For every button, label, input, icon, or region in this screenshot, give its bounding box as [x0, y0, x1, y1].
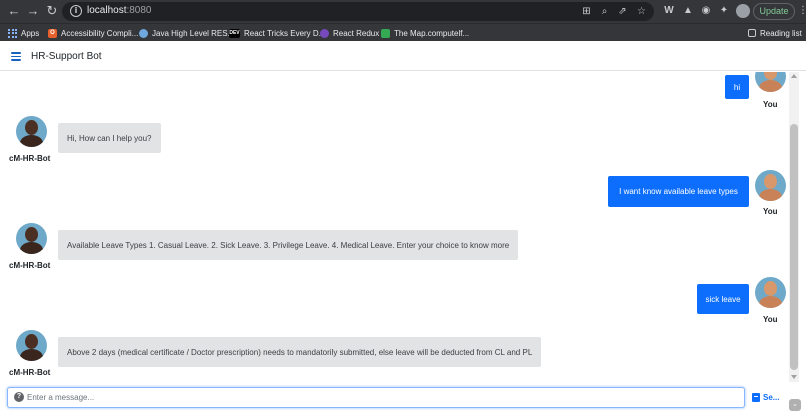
user-name-label: You: [763, 315, 778, 324]
bot-name-label: cM-HR-Bot: [9, 261, 51, 270]
bookmark-java-rest[interactable]: Java High Level RES...: [139, 26, 234, 40]
app-header: HR-Support Bot: [0, 42, 806, 71]
back-arrow-icon[interactable]: ←: [6, 3, 22, 19]
scroll-down-arrow-icon[interactable]: [791, 375, 797, 379]
hamburger-menu-icon[interactable]: [11, 52, 21, 61]
user-avatar: [755, 170, 786, 201]
map-favicon: [381, 28, 390, 38]
bot-message-bubble: Above 2 days (medical certificate / Doct…: [58, 337, 542, 367]
update-button[interactable]: Update: [753, 3, 795, 20]
bot-name-label: cM-HR-Bot: [9, 154, 51, 163]
bookmarks-bar: Apps O Accessibility Compli... Java High…: [0, 23, 806, 41]
bot-message-bubble: Hi, How can I help you?: [58, 123, 161, 153]
user-avatar: [755, 72, 786, 92]
install-app-icon[interactable]: ⊞: [580, 5, 593, 18]
message-input[interactable]: [27, 390, 727, 405]
browser-toolbar: ← → ↻ i localhost:8080 ⊞ ⌕ ⇗ ☆ W ▲ ◉ ✦ U…: [0, 0, 806, 23]
extension-thumb-icon[interactable]: ▲: [681, 4, 695, 18]
reload-icon[interactable]: ↻: [44, 3, 60, 19]
bot-avatar: [16, 223, 47, 254]
user-message-bubble: hi: [725, 75, 749, 99]
bookmark-react-redux[interactable]: React Redux: [320, 26, 379, 40]
bot-avatar: [16, 116, 47, 147]
user-message-bubble: sick leave: [697, 284, 749, 314]
chat-transcript[interactable]: hi You cM-HR-Bot Hi, How can I help you?…: [0, 72, 790, 382]
bot-avatar: [16, 330, 47, 361]
user-name-label: You: [763, 207, 778, 216]
user-name-label: You: [763, 100, 778, 109]
scroll-up-arrow-icon[interactable]: [791, 74, 797, 78]
reading-list-icon: [748, 29, 756, 37]
globe-favicon: [139, 28, 148, 38]
bookmark-apps[interactable]: Apps: [8, 26, 39, 40]
bookmark-accessibility[interactable]: O Accessibility Compli...: [48, 26, 138, 40]
bookmark-react-tricks[interactable]: DEV React Tricks Every D...: [229, 26, 325, 40]
bookmark-the-map[interactable]: The Map.computelf...: [381, 26, 469, 40]
app-title: HR-Support Bot: [31, 51, 102, 62]
send-button[interactable]: Se...: [752, 387, 792, 408]
user-message-bubble: I want know available leave types: [608, 176, 749, 207]
address-bar[interactable]: i localhost:8080 ⊞ ⌕ ⇗ ☆: [62, 2, 654, 21]
apps-grid-icon: [8, 28, 17, 38]
profile-avatar[interactable]: [736, 4, 750, 18]
send-icon: [752, 393, 760, 402]
reading-list[interactable]: Reading list: [748, 26, 802, 40]
zoom-icon[interactable]: ⌕: [598, 5, 611, 18]
send-label: Se...: [763, 393, 780, 402]
redux-favicon: [320, 28, 329, 38]
scroll-to-bottom-icon[interactable]: ⌄: [789, 399, 801, 411]
scroll-thumb[interactable]: [790, 124, 798, 370]
dev-favicon: DEV: [229, 28, 240, 38]
forward-arrow-icon[interactable]: →: [25, 3, 41, 19]
extensions-puzzle-icon[interactable]: ✦: [717, 4, 731, 18]
browser-menu-icon[interactable]: ⋮: [798, 4, 806, 18]
extension-circle-icon[interactable]: ◉: [699, 4, 713, 18]
address-url: localhost:8080: [87, 5, 152, 16]
chat-scrollbar[interactable]: [789, 72, 799, 382]
user-avatar: [755, 277, 786, 308]
share-icon[interactable]: ⇗: [616, 5, 629, 18]
site-info-icon[interactable]: i: [70, 5, 82, 17]
bookmark-star-icon[interactable]: ☆: [635, 5, 648, 18]
bot-name-label: cM-HR-Bot: [9, 368, 51, 377]
help-icon[interactable]: ?: [14, 392, 24, 402]
accessibility-favicon: O: [48, 28, 57, 38]
bot-message-bubble: Available Leave Types 1. Casual Leave. 2…: [58, 230, 519, 260]
extension-w-icon[interactable]: W: [662, 4, 676, 18]
message-input-wrapper: ?: [7, 387, 745, 408]
